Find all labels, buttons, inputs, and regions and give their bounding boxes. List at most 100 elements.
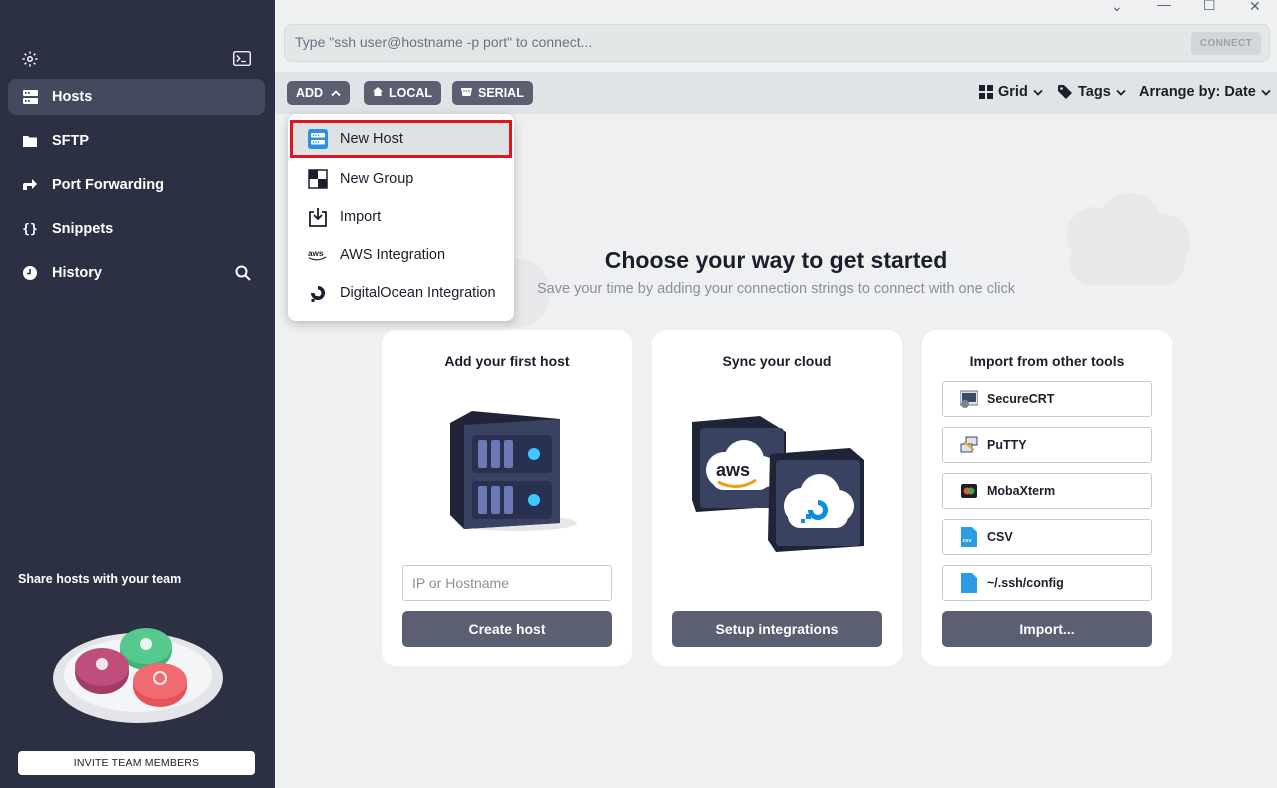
- file-icon: [959, 573, 979, 593]
- grid-label: Grid: [998, 84, 1028, 100]
- securecrt-icon: [959, 389, 979, 409]
- sidebar-nav: Hosts SFTP Port Forwarding {} Snippets H…: [8, 79, 265, 299]
- gear-icon[interactable]: [21, 50, 39, 68]
- aws-icon: aws: [308, 245, 328, 265]
- folder-icon: [22, 133, 38, 149]
- arrange-label: Arrange by: Date: [1139, 84, 1256, 100]
- menu-item-label: New Host: [340, 131, 403, 147]
- card-title: Sync your cloud: [722, 353, 832, 369]
- window-controls: ⌄ — ☐ ✕: [1097, 0, 1277, 16]
- menu-item-aws-integration[interactable]: aws AWS Integration: [290, 236, 512, 274]
- setup-integrations-button[interactable]: Setup integrations: [672, 611, 882, 647]
- menu-item-new-host[interactable]: New Host: [290, 120, 512, 158]
- import-securecrt-button[interactable]: SecureCRT: [942, 381, 1152, 417]
- port-forward-icon: [22, 177, 38, 193]
- tool-label: SecureCRT: [987, 392, 1055, 406]
- import-mobaxterm-button[interactable]: MobaXterm: [942, 473, 1152, 509]
- search-icon[interactable]: [235, 265, 251, 281]
- hosts-icon: [22, 89, 38, 105]
- new-host-icon: [308, 129, 328, 149]
- mobaxterm-icon: [959, 481, 979, 501]
- menu-item-import[interactable]: Import: [290, 198, 512, 236]
- chevron-down-icon: [1033, 89, 1043, 96]
- sidebar-item-snippets[interactable]: {} Snippets: [8, 211, 265, 247]
- hosts-toolbar: ADD LOCAL SERIAL Grid Tags Arrange by: D…: [275, 72, 1277, 114]
- cloud-decoration: [1067, 193, 1190, 285]
- sidebar-item-label: Hosts: [52, 89, 93, 105]
- ip-hostname-input[interactable]: [402, 565, 612, 601]
- connect-button[interactable]: CONNECT: [1191, 32, 1261, 55]
- invite-team-members-button[interactable]: INVITE TEAM MEMBERS: [18, 751, 255, 775]
- aws-logo-text: aws: [716, 460, 750, 480]
- serial-label: SERIAL: [478, 86, 524, 100]
- sidebar-item-label: SFTP: [52, 133, 90, 149]
- import-icon: [308, 207, 328, 227]
- import-button[interactable]: Import...: [942, 611, 1152, 647]
- import-tools-card: Import from other tools SecureCRT PuTTY …: [922, 330, 1172, 666]
- maximize-icon[interactable]: ☐: [1203, 0, 1216, 14]
- add-host-card: Add your first host Create host: [382, 330, 632, 666]
- card-title: Add your first host: [444, 353, 570, 369]
- grid-icon: [979, 85, 993, 99]
- sidebar-item-label: History: [52, 265, 102, 281]
- cloud-integrations-illustration: aws: [692, 416, 864, 552]
- close-icon[interactable]: ✕: [1249, 0, 1261, 15]
- sidebar-item-label: Port Forwarding: [52, 177, 164, 193]
- local-label: LOCAL: [389, 86, 433, 100]
- tool-label: ~/.ssh/config: [987, 576, 1064, 590]
- create-host-button[interactable]: Create host: [402, 611, 612, 647]
- import-csv-button[interactable]: csv CSV: [942, 519, 1152, 555]
- tag-icon: [1058, 84, 1072, 99]
- import-ssh-config-button[interactable]: ~/.ssh/config: [942, 565, 1152, 601]
- csv-file-icon: csv: [959, 527, 979, 547]
- menu-item-new-group[interactable]: New Group: [290, 160, 512, 198]
- aws-menu-text: aws: [308, 249, 324, 258]
- grid-view-toggle[interactable]: Grid: [979, 84, 1048, 100]
- sidebar-item-sftp[interactable]: SFTP: [8, 123, 265, 159]
- command-bar: CONNECT: [284, 24, 1270, 62]
- menu-item-label: Import: [340, 209, 382, 225]
- home-icon: [373, 87, 383, 99]
- terminal-icon[interactable]: [233, 51, 251, 66]
- add-label: ADD: [296, 86, 324, 100]
- putty-icon: [959, 435, 979, 455]
- braces-icon: {}: [22, 221, 38, 237]
- chevron-down-icon: [1261, 89, 1271, 96]
- sidebar-item-port-forwarding[interactable]: Port Forwarding: [8, 167, 265, 203]
- add-dropdown-menu: New Host New Group Import aws AWS Integr…: [288, 114, 514, 321]
- tool-label: PuTTY: [987, 438, 1027, 452]
- add-button[interactable]: ADD: [287, 81, 351, 105]
- ssh-command-input[interactable]: [295, 34, 1175, 50]
- chevron-up-icon: [331, 90, 341, 97]
- chevron-down-icon[interactable]: ⌄: [1111, 0, 1123, 15]
- local-button[interactable]: LOCAL: [364, 81, 442, 105]
- sync-cloud-card: Sync your cloud aws Setup integrations: [652, 330, 902, 666]
- minimize-icon[interactable]: —: [1157, 0, 1171, 12]
- chevron-down-icon: [1116, 89, 1126, 96]
- menu-item-digitalocean-integration[interactable]: DigitalOcean Integration: [290, 274, 512, 312]
- csv-badge-text: csv: [963, 538, 973, 544]
- tags-label: Tags: [1078, 84, 1111, 100]
- digitalocean-icon: [308, 283, 328, 303]
- arrange-by-dropdown[interactable]: Arrange by: Date: [1139, 84, 1276, 100]
- sidebar-top-bar: [0, 48, 275, 70]
- clock-icon: [22, 265, 38, 281]
- sidebar-item-hosts[interactable]: Hosts: [8, 79, 265, 115]
- new-group-icon: [308, 169, 328, 189]
- sidebar-item-history[interactable]: History: [8, 255, 265, 291]
- menu-item-label: New Group: [340, 171, 414, 187]
- serial-button[interactable]: SERIAL: [452, 81, 533, 105]
- tags-filter[interactable]: Tags: [1058, 84, 1131, 100]
- tool-label: CSV: [987, 530, 1013, 544]
- card-title: Import from other tools: [969, 353, 1125, 369]
- import-putty-button[interactable]: PuTTY: [942, 427, 1152, 463]
- sidebar-item-label: Snippets: [52, 221, 114, 237]
- serial-port-icon: [461, 87, 472, 99]
- sidebar: Hosts SFTP Port Forwarding {} Snippets H…: [0, 0, 275, 788]
- team-plate-illustration: [53, 628, 223, 723]
- tool-label: MobaXterm: [987, 484, 1056, 498]
- menu-item-label: DigitalOcean Integration: [340, 285, 496, 301]
- server-illustration: [450, 411, 577, 531]
- menu-item-label: AWS Integration: [340, 247, 446, 263]
- share-hosts-title: Share hosts with your team: [18, 572, 182, 586]
